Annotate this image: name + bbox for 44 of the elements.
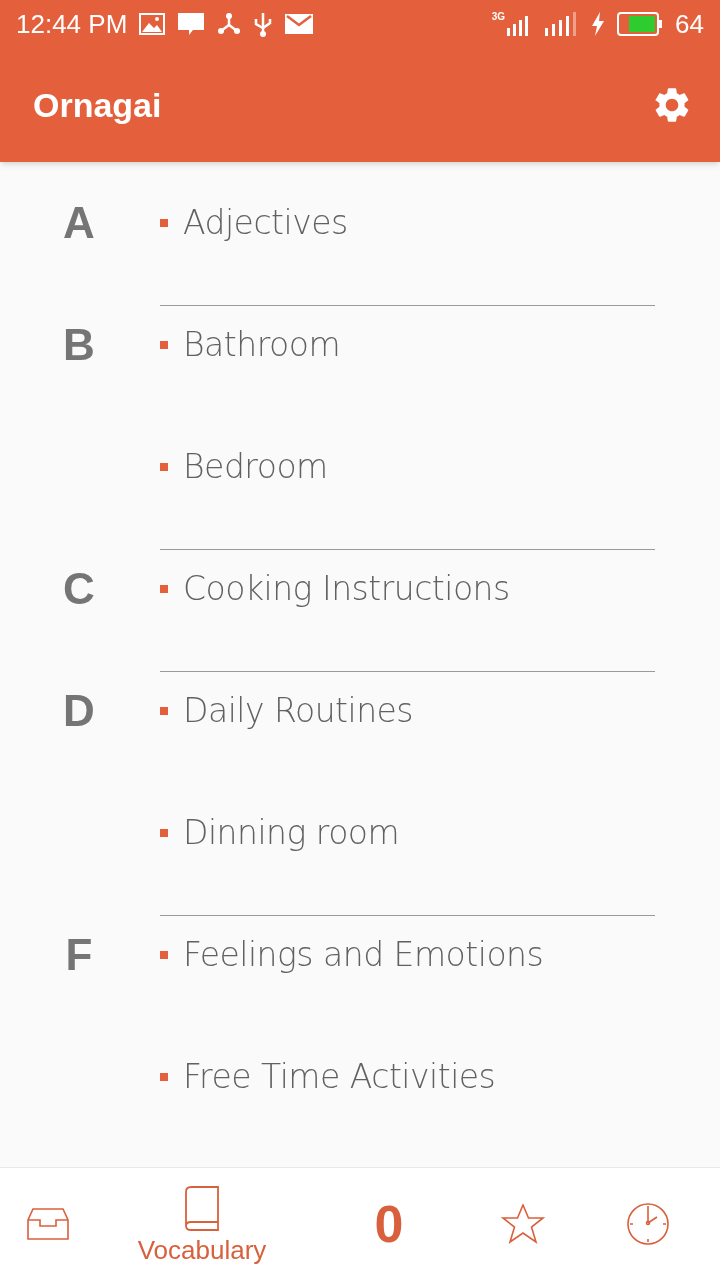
item-label: Cooking Instructions xyxy=(183,568,510,610)
section-letter: B xyxy=(63,319,95,371)
star-icon xyxy=(500,1204,545,1244)
book-icon xyxy=(184,1185,220,1231)
item-label: Dinning room xyxy=(183,812,400,854)
mail-icon xyxy=(285,14,314,34)
section-letter: A xyxy=(63,197,95,249)
clock-icon xyxy=(626,1202,670,1246)
battery-percent: 64 xyxy=(675,7,704,41)
category-item[interactable]: Cooking Instructions xyxy=(160,550,655,671)
category-item[interactable]: Daily Routines xyxy=(160,672,655,794)
bullet-icon xyxy=(160,219,168,227)
category-item[interactable]: Bedroom xyxy=(160,428,655,549)
bullet-icon xyxy=(160,707,168,715)
item-label: Bedroom xyxy=(183,446,328,488)
item-label: Feelings and Emotions xyxy=(183,934,544,976)
bullet-icon xyxy=(160,829,168,837)
category-item[interactable]: Adjectives xyxy=(160,184,655,305)
category-item[interactable]: Free Time Activities xyxy=(160,1038,655,1159)
usb-icon xyxy=(253,11,274,37)
item-label: Free Time Activities xyxy=(183,1056,496,1098)
inbox-icon xyxy=(26,1208,69,1240)
bullet-icon xyxy=(160,585,168,593)
image-icon xyxy=(139,13,166,35)
bullet-icon xyxy=(160,951,168,959)
section-letter: C xyxy=(63,563,95,615)
item-label: Bathroom xyxy=(183,324,341,366)
app-title: Ornagai xyxy=(33,84,162,126)
item-label: Adjectives xyxy=(183,202,348,244)
item-label: Daily Routines xyxy=(183,690,414,732)
network-type: 3G xyxy=(491,12,506,22)
message-icon xyxy=(177,12,206,36)
bullet-icon xyxy=(160,341,168,349)
category-item[interactable]: Bathroom xyxy=(160,306,655,428)
category-item[interactable]: Feelings and Emotions xyxy=(160,916,655,1038)
section-letter: F xyxy=(65,929,93,981)
section-letter: D xyxy=(63,685,95,737)
bullet-icon xyxy=(160,463,168,471)
bullet-icon xyxy=(160,1073,168,1081)
category-item[interactable]: Dinning room xyxy=(160,794,655,915)
charging-icon xyxy=(591,12,606,36)
battery-icon xyxy=(617,12,664,36)
status-time: 12:44 PM xyxy=(16,7,128,41)
share-icon xyxy=(217,13,242,35)
